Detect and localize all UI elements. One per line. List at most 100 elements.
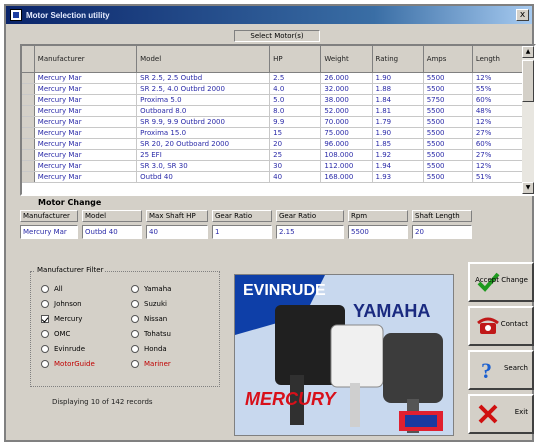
table-cell[interactable]: 5500 — [423, 160, 473, 172]
row-indicator[interactable] — [22, 138, 35, 150]
motor-change-field[interactable]: 5500 — [348, 225, 408, 239]
table-row[interactable]: Mercury Mar SR 2.5, 2.5 Outbd 2.5 26.000 1.9… — [22, 72, 525, 84]
grid-column-header[interactable]: Length — [472, 46, 525, 73]
table-cell[interactable]: 1.81 — [372, 105, 424, 117]
table-cell[interactable]: SR 9.9, 9.9 Outbrd 2000 — [136, 116, 271, 128]
table-row[interactable]: Mercury Mar SR 2.5, 4.0 Outbrd 2000 4.0 32.… — [22, 83, 525, 95]
table-cell[interactable]: Proxima 15.0 — [136, 127, 271, 139]
row-indicator[interactable] — [22, 72, 35, 84]
manufacturer-option[interactable]: Suzuki — [131, 299, 167, 309]
grid-column-header[interactable]: Model — [136, 46, 271, 73]
table-cell[interactable]: 25 EFI — [136, 149, 271, 161]
table-cell[interactable]: 51% — [472, 171, 525, 183]
table-row[interactable]: Mercury Mar Outbd 40 40 168.000 1.93 5500 51% — [22, 171, 525, 183]
table-cell[interactable]: 12% — [472, 160, 525, 172]
motor-change-field[interactable]: 1 — [212, 225, 272, 239]
row-indicator[interactable] — [22, 83, 35, 95]
table-cell[interactable]: Mercury Mar — [34, 171, 138, 183]
table-cell[interactable]: Outboard 8.0 — [136, 105, 271, 117]
accept-change-button[interactable]: Accept Change — [468, 262, 534, 302]
row-indicator[interactable] — [22, 127, 35, 139]
table-cell[interactable]: Mercury Mar — [34, 149, 138, 161]
table-cell[interactable]: 96.000 — [320, 138, 373, 150]
table-cell[interactable]: 60% — [472, 138, 525, 150]
table-cell[interactable]: 26.000 — [320, 72, 373, 84]
exit-button[interactable]: Exit — [468, 394, 534, 434]
table-cell[interactable]: SR 2.5, 2.5 Outbd — [136, 72, 271, 84]
table-cell[interactable]: Mercury Mar — [34, 94, 138, 106]
table-cell[interactable]: 5500 — [423, 72, 473, 84]
grid-column-header[interactable]: Manufacturer — [34, 46, 138, 73]
row-indicator[interactable] — [22, 94, 35, 106]
radio-button[interactable] — [131, 300, 139, 308]
table-cell[interactable]: 5500 — [423, 116, 473, 128]
radio-button[interactable] — [41, 360, 49, 368]
manufacturer-option[interactable]: OMC — [41, 329, 70, 339]
manufacturer-option[interactable]: Johnson — [41, 299, 82, 309]
manufacturer-option[interactable]: Tohatsu — [131, 329, 171, 339]
manufacturer-option[interactable]: Nissan — [131, 314, 167, 324]
radio-button[interactable] — [131, 315, 139, 323]
table-cell[interactable]: 168.000 — [320, 171, 373, 183]
table-cell[interactable]: 1.90 — [372, 72, 424, 84]
grid-column-header[interactable]: Rating — [372, 46, 424, 73]
row-indicator[interactable] — [22, 116, 35, 128]
manufacturer-option[interactable]: MotorGuide — [41, 359, 95, 369]
grid-column-header[interactable]: Weight — [320, 46, 373, 73]
motor-change-field[interactable]: Mercury Mar — [20, 225, 78, 239]
radio-button[interactable] — [131, 360, 139, 368]
table-cell[interactable]: 75.000 — [320, 127, 373, 139]
table-cell[interactable]: 5500 — [423, 171, 473, 183]
table-cell[interactable]: Mercury Mar — [34, 72, 138, 84]
table-cell[interactable]: 27% — [472, 127, 525, 139]
close-button[interactable]: x — [516, 9, 529, 21]
row-indicator[interactable] — [22, 105, 35, 117]
table-cell[interactable]: 1.85 — [372, 138, 424, 150]
table-cell[interactable]: 20 — [269, 138, 322, 150]
table-cell[interactable]: Mercury Mar — [34, 127, 138, 139]
manufacturer-option[interactable]: Evinrude — [41, 344, 85, 354]
table-cell[interactable]: 2.5 — [269, 72, 322, 84]
table-cell[interactable]: 38.000 — [320, 94, 373, 106]
table-cell[interactable]: SR 20, 20 Outboard 2000 — [136, 138, 271, 150]
table-cell[interactable]: Outbd 40 — [136, 171, 271, 183]
table-cell[interactable]: 108.000 — [320, 149, 373, 161]
scroll-thumb[interactable] — [522, 60, 534, 102]
grid-column-header[interactable]: Amps — [423, 46, 473, 73]
table-cell[interactable]: 12% — [472, 72, 525, 84]
row-indicator[interactable] — [22, 149, 35, 161]
table-cell[interactable]: 27% — [472, 149, 525, 161]
table-cell[interactable]: 52.000 — [320, 105, 373, 117]
motor-grid[interactable]: Manufacturer Model HP Weight Rating Amps Lengt… — [20, 44, 536, 196]
table-cell[interactable]: Mercury Mar — [34, 105, 138, 117]
scroll-down-icon[interactable]: ▼ — [522, 182, 534, 194]
table-cell[interactable]: 5.0 — [269, 94, 322, 106]
table-cell[interactable]: 4.0 — [269, 83, 322, 95]
radio-button[interactable] — [131, 285, 139, 293]
radio-button[interactable] — [41, 300, 49, 308]
table-cell[interactable]: 40 — [269, 171, 322, 183]
table-cell[interactable]: Mercury Mar — [34, 160, 138, 172]
checkbox[interactable] — [41, 315, 49, 323]
table-cell[interactable]: 60% — [472, 94, 525, 106]
table-cell[interactable]: 1.92 — [372, 149, 424, 161]
manufacturer-option[interactable]: Mercury — [41, 314, 82, 324]
table-cell[interactable]: Mercury Mar — [34, 116, 138, 128]
title-bar[interactable]: Motor Selection utility x — [6, 6, 532, 24]
table-row[interactable]: Mercury Mar Proxima 15.0 15 75.000 1.90 5500 2… — [22, 127, 525, 139]
table-row[interactable]: Mercury Mar Outboard 8.0 8.0 52.000 1.81 5500… — [22, 105, 525, 117]
table-cell[interactable]: 1.94 — [372, 160, 424, 172]
manufacturer-option[interactable]: Yamaha — [131, 284, 171, 294]
table-cell[interactable]: 48% — [472, 105, 525, 117]
table-cell[interactable]: 5750 — [423, 94, 473, 106]
table-row[interactable]: Mercury Mar Proxima 5.0 5.0 38.000 1.84 5750 6… — [22, 94, 525, 106]
table-cell[interactable]: 32.000 — [320, 83, 373, 95]
table-cell[interactable]: 1.88 — [372, 83, 424, 95]
radio-button[interactable] — [41, 285, 49, 293]
table-cell[interactable]: 30 — [269, 160, 322, 172]
radio-button[interactable] — [131, 345, 139, 353]
manufacturer-option[interactable]: All — [41, 284, 63, 294]
table-cell[interactable]: Proxima 5.0 — [136, 94, 271, 106]
table-row[interactable]: Mercury Mar SR 20, 20 Outboard 2000 20 96.0… — [22, 138, 525, 150]
table-cell[interactable]: 1.84 — [372, 94, 424, 106]
